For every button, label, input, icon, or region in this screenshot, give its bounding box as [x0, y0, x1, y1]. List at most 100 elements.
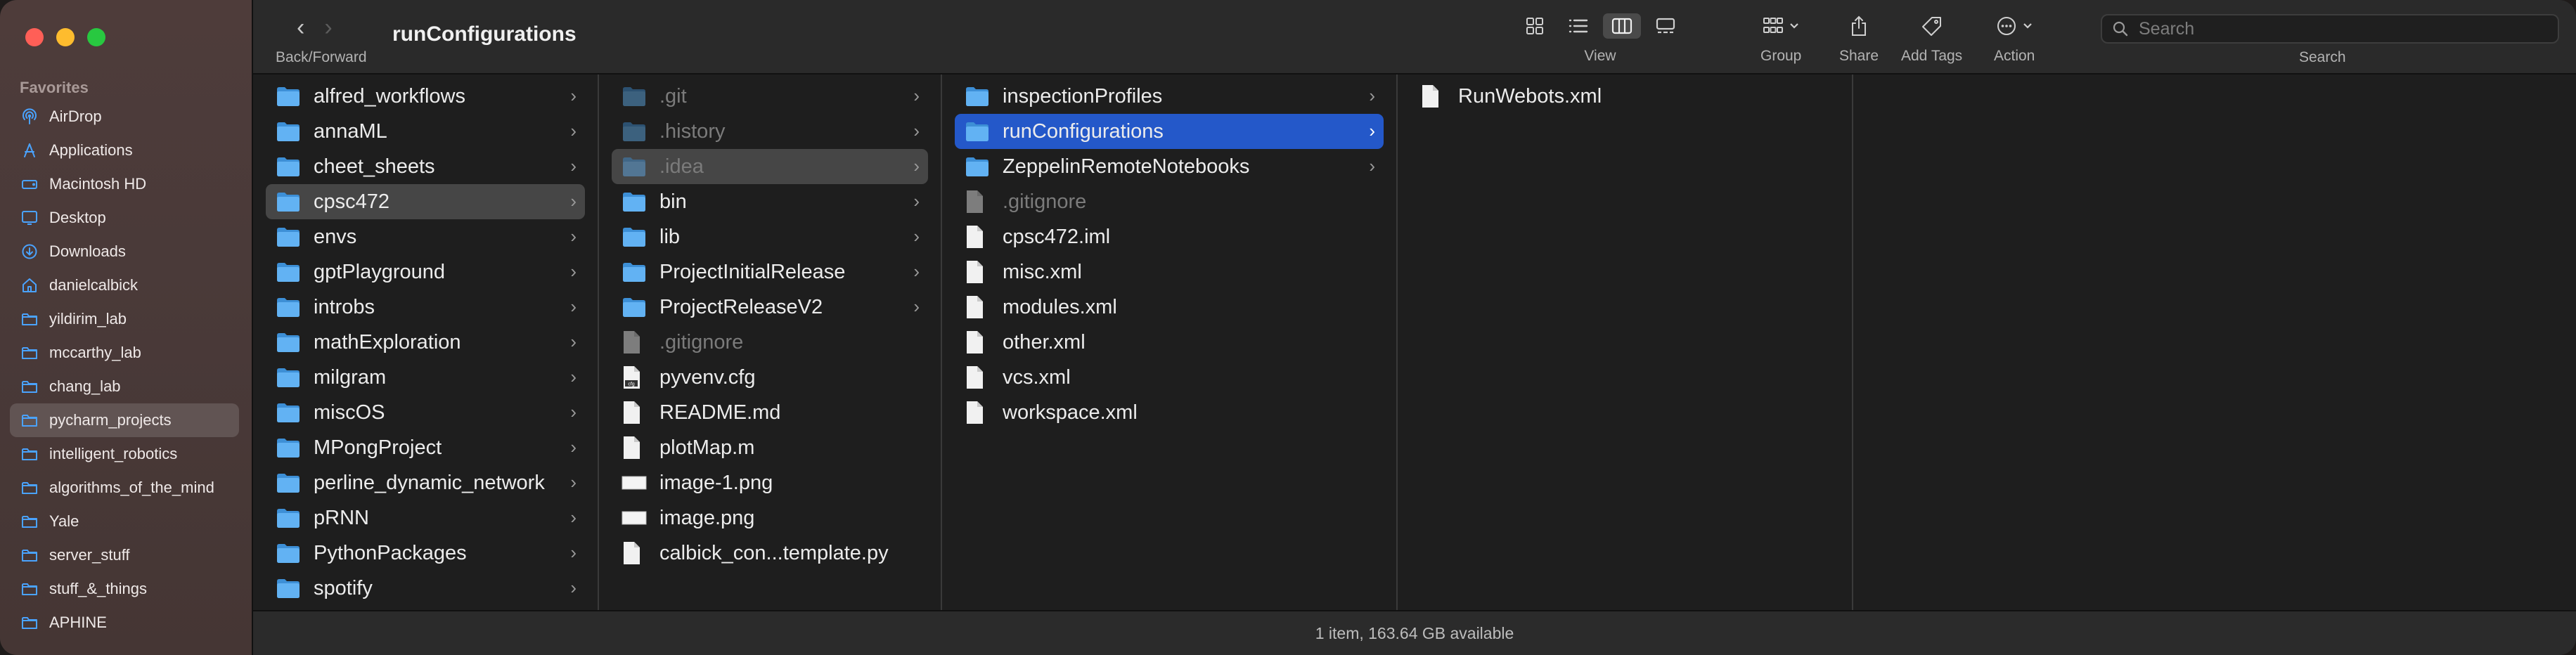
file-row[interactable]: plotMap.m	[612, 430, 928, 465]
folder-row[interactable]: perline_dynamic_network ›	[266, 465, 585, 500]
action-button[interactable]: Action	[1994, 13, 2035, 65]
folder-row[interactable]: .idea ›	[612, 149, 928, 184]
file-row[interactable]: .gitignore	[955, 184, 1384, 219]
chevron-right-icon: ›	[570, 261, 577, 282]
close-window-button[interactable]	[25, 28, 44, 46]
sidebar-item-chang-lab[interactable]: chang_lab	[10, 370, 239, 403]
group-button[interactable]: Group	[1760, 13, 1801, 65]
chevron-right-icon: ›	[570, 190, 577, 212]
row-icon	[965, 328, 993, 356]
sidebar-item-stuff-things[interactable]: stuff_&_things	[10, 572, 239, 606]
tag-icon	[1921, 17, 1941, 36]
file-name: image.png	[659, 506, 755, 529]
sidebar-item-pycharm-projects[interactable]: pycharm_projects	[10, 403, 239, 437]
column-2[interactable]: .git › .history › .idea › bin › lib › ProjectIniti…	[599, 74, 942, 610]
folder-icon	[623, 193, 645, 212]
folder-row[interactable]: spotify ›	[266, 571, 585, 606]
sidebar-item-algorithms-of-the-mind[interactable]: algorithms_of_the_mind	[10, 471, 239, 505]
file-row[interactable]: image-1.png	[612, 465, 928, 500]
folder-row[interactable]: PythonPackages ›	[266, 536, 585, 571]
column-1[interactable]: alfred_workflows › annaML › cheet_sheets › cps…	[253, 74, 599, 610]
file-name: lib	[659, 225, 681, 248]
folder-icon	[966, 157, 988, 176]
folder-row[interactable]: ProjectReleaseV2 ›	[612, 290, 928, 325]
folder-row[interactable]: alfred_workflows ›	[266, 79, 585, 114]
folder-row[interactable]: ProjectInitialRelease ›	[612, 254, 928, 290]
sidebar-item-macintosh-hd[interactable]: Macintosh HD	[10, 167, 239, 201]
sidebar-item-server-stuff[interactable]: server_stuff	[10, 538, 239, 572]
file-row[interactable]: image.png	[612, 500, 928, 536]
file-row[interactable]: workspace.xml	[955, 395, 1384, 430]
row-icon	[276, 82, 304, 110]
document-icon	[967, 401, 983, 424]
folder-row[interactable]: inspectionProfiles ›	[955, 79, 1384, 114]
sidebar-item-applications[interactable]: Applications	[10, 134, 239, 167]
folder-row[interactable]: lib ›	[612, 219, 928, 254]
column-3[interactable]: inspectionProfiles › runConfigurations › Zep…	[942, 74, 1398, 610]
sidebar-item-yildirim-lab[interactable]: yildirim_lab	[10, 302, 239, 336]
forward-button-chevron-right-icon[interactable]: ›	[324, 15, 332, 39]
file-row[interactable]: misc.xml	[955, 254, 1384, 290]
sidebar-item-desktop[interactable]: Desktop	[10, 201, 239, 235]
folder-row[interactable]: miscOS ›	[266, 395, 585, 430]
file-row[interactable]: vcs.xml	[955, 360, 1384, 395]
icon-view-button[interactable]	[1516, 13, 1554, 39]
cfg-document-icon: cfg	[624, 366, 640, 389]
column-5-empty[interactable]	[1853, 74, 2576, 610]
folder-row[interactable]: ZeppelinRemoteNotebooks ›	[955, 149, 1384, 184]
sidebar-item-danielcalbick[interactable]: danielcalbick	[10, 268, 239, 302]
file-row[interactable]: cpsc472.iml	[955, 219, 1384, 254]
folder-row[interactable]: .history ›	[612, 114, 928, 149]
folder-icon	[21, 581, 38, 597]
sidebar-item-mccarthy-lab[interactable]: mccarthy_lab	[10, 336, 239, 370]
file-row[interactable]: cfg pyvenv.cfg	[612, 360, 928, 395]
file-row[interactable]: modules.xml	[955, 290, 1384, 325]
chevron-right-icon: ›	[570, 226, 577, 247]
folder-icon	[21, 412, 38, 429]
folder-row[interactable]: bin ›	[612, 184, 928, 219]
row-icon	[276, 539, 304, 567]
folder-row[interactable]: annaML ›	[266, 114, 585, 149]
folder-row[interactable]: gptPlayground ›	[266, 254, 585, 290]
zoom-window-button[interactable]	[87, 28, 105, 46]
folder-row[interactable]: .git ›	[612, 79, 928, 114]
sidebar-item-downloads[interactable]: Downloads	[10, 235, 239, 268]
gallery-view-button[interactable]	[1647, 13, 1685, 39]
sidebar-item-yale[interactable]: Yale	[10, 505, 239, 538]
file-row[interactable]: other.xml	[955, 325, 1384, 360]
file-name: inspectionProfiles	[1003, 84, 1163, 108]
minimize-window-button[interactable]	[56, 28, 75, 46]
column-4[interactable]: RunWebots.xml	[1398, 74, 1853, 610]
folder-icon	[966, 122, 988, 141]
file-name: runConfigurations	[1003, 119, 1164, 143]
folder-row[interactable]: introbs ›	[266, 290, 585, 325]
sidebar-item-label: chang_lab	[49, 377, 121, 395]
folder-icon	[623, 298, 645, 317]
file-name: PythonPackages	[314, 541, 467, 564]
folder-row[interactable]: MPongProject ›	[266, 430, 585, 465]
folder-row[interactable]: envs ›	[266, 219, 585, 254]
share-button[interactable]: Share	[1839, 13, 1879, 65]
folder-row[interactable]: mathExploration ›	[266, 325, 585, 360]
file-row[interactable]: .gitignore	[612, 325, 928, 360]
folder-row[interactable]: cpsc472 ›	[266, 184, 585, 219]
back-button-chevron-left-icon[interactable]: ‹	[297, 15, 304, 39]
file-row[interactable]: calbick_con...template.py	[612, 536, 928, 571]
column-view-button[interactable]	[1603, 13, 1641, 39]
folder-icon	[21, 513, 38, 530]
search-field[interactable]	[2101, 14, 2559, 44]
file-name: other.xml	[1003, 330, 1086, 354]
add-tags-button[interactable]: Add Tags	[1901, 13, 1962, 65]
sidebar-item-intelligent-robotics[interactable]: intelligent_robotics	[10, 437, 239, 471]
file-row[interactable]: README.md	[612, 395, 928, 430]
folder-row[interactable]: runConfigurations ›	[955, 114, 1384, 149]
file-name: .history	[659, 119, 726, 143]
folder-row[interactable]: cheet_sheets ›	[266, 149, 585, 184]
search-input[interactable]	[2137, 18, 2534, 40]
folder-row[interactable]: pRNN ›	[266, 500, 585, 536]
list-view-button[interactable]	[1559, 13, 1597, 39]
sidebar-item-airdrop[interactable]: AirDrop	[10, 100, 239, 134]
folder-row[interactable]: milgram ›	[266, 360, 585, 395]
sidebar-item-aphine[interactable]: APHINE	[10, 606, 239, 640]
file-row[interactable]: RunWebots.xml	[1410, 79, 1839, 114]
